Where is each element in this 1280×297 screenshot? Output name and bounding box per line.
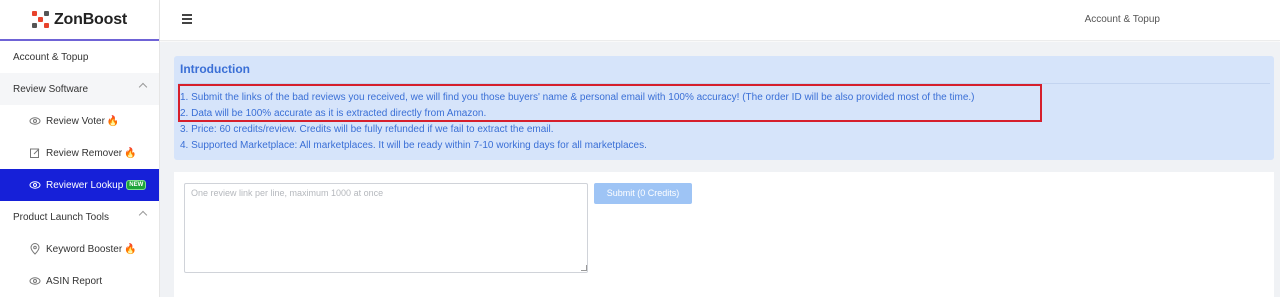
sidebar-item-label: Reviewer Lookup <box>46 179 124 191</box>
sidebar-item-label: Account & Topup <box>13 51 89 63</box>
intro-line-3: 3. Price: 60 credits/review. Credits wil… <box>180 124 554 135</box>
introduction-title: Introduction <box>180 62 250 76</box>
sidebar-item-label: Review Voter <box>46 115 105 127</box>
logo-icon <box>31 11 49 28</box>
sidebar-item-account-topup[interactable]: Account & Topup <box>0 41 159 73</box>
sidebar-group-product-launch-tools[interactable]: Product Launch Tools <box>0 201 159 233</box>
brand-name: ZonBoost <box>53 10 128 28</box>
intro-line-4: 4. Supported Marketplace: All marketplac… <box>180 140 647 151</box>
brand-logo[interactable]: ZonBoost <box>0 0 159 41</box>
introduction-panel: Introduction 1. Submit the links of the … <box>174 56 1274 160</box>
account-topup-link[interactable]: Account & Topup <box>1085 14 1160 25</box>
sidebar-item-review-remover[interactable]: Review Remover 🔥 <box>0 137 159 169</box>
sidebar: ZonBoost Account & Topup Review Software… <box>0 0 160 297</box>
sidebar-item-review-voter[interactable]: Review Voter 🔥 <box>0 105 159 137</box>
lookup-form-panel: Submit (0 Credits) <box>174 172 1274 297</box>
eye-icon <box>29 115 41 127</box>
sidebar-item-reviewer-lookup[interactable]: Reviewer Lookup NEW <box>0 169 159 201</box>
review-links-input[interactable] <box>184 183 588 273</box>
sidebar-item-label: ASIN Report <box>46 275 103 287</box>
sidebar-item-keyword-booster[interactable]: Keyword Booster 🔥 <box>0 233 159 265</box>
resize-handle-icon[interactable] <box>581 265 587 271</box>
location-pin-icon <box>29 243 41 255</box>
sidebar-group-review-software[interactable]: Review Software <box>0 73 159 105</box>
top-header: Account & Topup <box>160 0 1280 41</box>
fire-icon: 🔥 <box>124 243 137 255</box>
highlight-box <box>178 84 1042 122</box>
sidebar-item-asin-report[interactable]: ASIN Report <box>0 265 159 297</box>
sidebar-item-label: Review Remover <box>46 147 123 159</box>
submit-button[interactable]: Submit (0 Credits) <box>594 183 692 204</box>
chevron-up-icon <box>138 82 148 92</box>
eye-icon <box>29 179 41 191</box>
eye-icon <box>29 275 41 287</box>
sidebar-item-label: Review Software <box>13 83 89 95</box>
edit-icon <box>29 147 41 159</box>
hamburger-icon[interactable] <box>182 14 192 24</box>
sidebar-item-label: Keyword Booster <box>46 243 123 255</box>
fire-icon: 🔥 <box>106 115 120 127</box>
main-content: Introduction 1. Submit the links of the … <box>160 42 1280 297</box>
chevron-up-icon <box>138 210 148 220</box>
new-badge: NEW <box>126 180 147 190</box>
fire-icon: 🔥 <box>124 147 137 159</box>
sidebar-item-label: Product Launch Tools <box>13 211 109 223</box>
sidebar-menu: Account & Topup Review Software Review V… <box>0 41 159 297</box>
